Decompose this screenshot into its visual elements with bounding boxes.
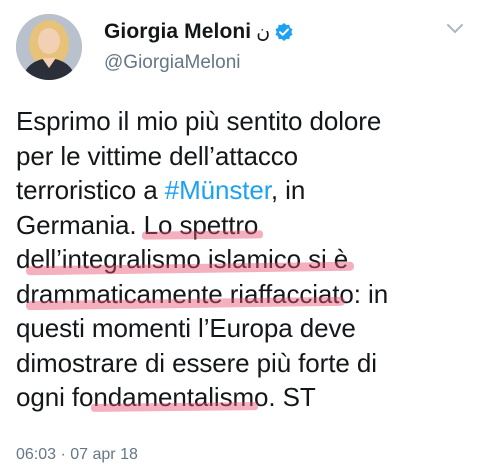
name-row: Giorgia Meloni ن [104, 18, 294, 46]
tweet-text-segment: ogni fo [16, 382, 94, 412]
tweet-timestamp[interactable]: 06:03 · 07 apr 18 [16, 446, 138, 464]
tweet-line: dell’integralismo islamico si è [16, 242, 468, 277]
display-name[interactable]: Giorgia Meloni [104, 20, 251, 44]
tweet-line: per le vittime dell’attacco [16, 140, 298, 171]
tweet-card: Giorgia Meloni ن @GiorgiaMeloni Esprimo … [0, 0, 480, 473]
tweet-line: dimostrare di essere più forte di [16, 347, 377, 378]
highlighted-text: ell’integralismo islamico si è [30, 244, 349, 274]
tweet-text-segment: , in [270, 175, 306, 205]
tweet-line: ogni fondamentalismo. ST [16, 380, 468, 415]
tweet-text-segment: o: in [339, 278, 389, 309]
tweet-text-segment: Germania. [16, 209, 144, 240]
tweet-text-segment: o. ST [254, 382, 316, 412]
name-glyph: ن [256, 21, 271, 43]
tweet-line: drammaticamente riaffacciato: in [16, 277, 468, 312]
user-handle[interactable]: @GiorgiaMeloni [104, 52, 241, 74]
tweet-line: Esprimo il mio più sentito dolore [16, 106, 382, 136]
tweet-line: questi momenti l’Europa deve [16, 313, 356, 343]
tweet-line: terroristico a #Münster, in [16, 173, 468, 208]
highlighted-text: ndamentalism [93, 382, 255, 412]
chevron-down-icon[interactable] [446, 22, 464, 36]
highlighted-text: Lo spettro [143, 209, 259, 240]
highlighted-text: rammaticamente riaffacciat [30, 278, 340, 309]
avatar-image [16, 14, 82, 80]
tweet-line: Germania. Lo spettro [16, 208, 468, 243]
tweet-text-segment: terroristico a [16, 175, 165, 205]
tweet-text: Esprimo il mio più sentito dolore per le… [16, 104, 468, 415]
hashtag-link[interactable]: #Münster [165, 175, 271, 205]
verified-badge-icon [274, 22, 294, 42]
avatar[interactable] [16, 14, 82, 80]
